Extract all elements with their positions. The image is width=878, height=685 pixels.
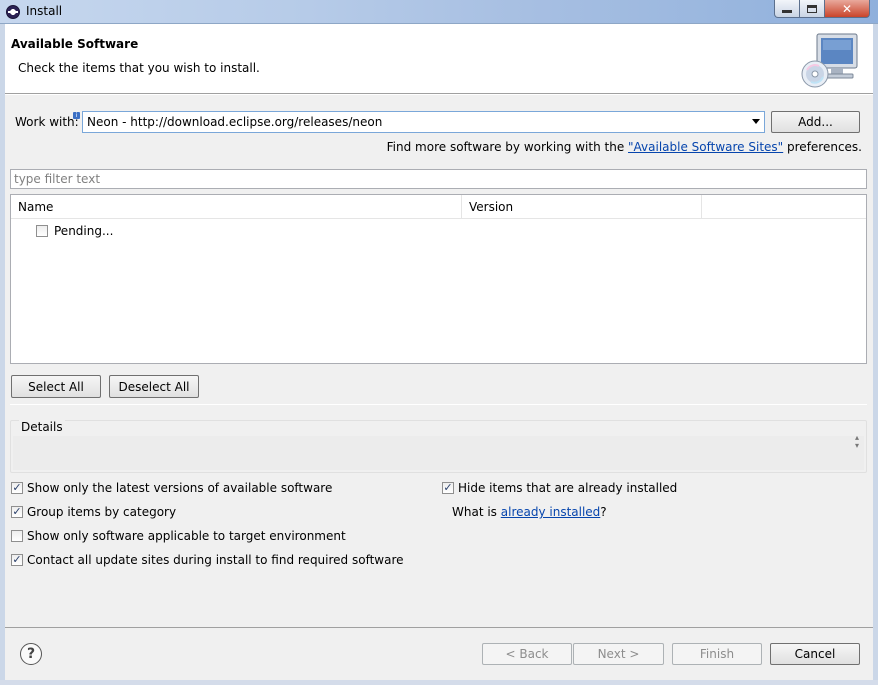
hide-installed-label: Hide items that are already installed: [458, 481, 678, 495]
minimize-button[interactable]: [774, 0, 800, 18]
column-version[interactable]: Version: [462, 195, 702, 219]
window-bottom-edge: [0, 680, 878, 685]
details-text-area[interactable]: [13, 436, 864, 470]
wizard-footer: ? < Back Next > Finish Cancel: [5, 628, 873, 680]
page-title: Available Software: [11, 37, 139, 51]
filter-field[interactable]: [10, 169, 867, 189]
column-name[interactable]: Name: [11, 195, 462, 219]
finish-button[interactable]: Finish: [672, 643, 762, 665]
find-more-text: Find more software by working with the "…: [387, 140, 862, 154]
maximize-icon: [807, 4, 817, 13]
contact-update-sites-checkbox[interactable]: [11, 554, 23, 566]
separator: [10, 404, 867, 405]
work-with-label: Work with:: [15, 115, 79, 129]
close-button[interactable]: ✕: [825, 0, 870, 18]
column-extra[interactable]: [702, 195, 866, 219]
option-group-by-category[interactable]: Group items by category: [11, 505, 176, 519]
tree-header: Name Version: [11, 195, 866, 219]
target-environment-checkbox[interactable]: [11, 530, 23, 542]
contact-update-sites-label: Contact all update sites during install …: [27, 553, 404, 567]
window-controls: ✕: [774, 0, 870, 18]
already-installed-link[interactable]: already installed: [501, 505, 601, 519]
info-icon: i: [73, 112, 80, 119]
page-description: Check the items that you wish to install…: [18, 61, 260, 75]
find-more-prefix: Find more software by working with the: [386, 140, 629, 154]
hide-installed-checkbox[interactable]: [442, 482, 454, 494]
option-hide-installed[interactable]: Hide items that are already installed: [442, 481, 677, 495]
select-all-button[interactable]: Select All: [11, 375, 101, 398]
maximize-button[interactable]: [800, 0, 825, 18]
details-group: Details ▴ ▾: [10, 420, 867, 473]
back-button[interactable]: < Back: [482, 643, 572, 665]
latest-versions-label: Show only the latest versions of availab…: [27, 481, 333, 495]
target-environment-label: Show only software applicable to target …: [27, 529, 346, 543]
what-is-suffix: ?: [600, 505, 607, 519]
help-icon[interactable]: ?: [20, 643, 42, 665]
tree-row[interactable]: Pending...: [36, 222, 113, 240]
work-with-value: Neon - http://download.eclipse.org/relea…: [87, 115, 383, 129]
minimize-icon: [782, 10, 792, 13]
wizard-banner: Available Software Check the items that …: [5, 26, 873, 94]
available-software-sites-link[interactable]: "Available Software Sites": [628, 140, 783, 154]
what-is-installed-text: What is already installed?: [452, 505, 607, 519]
computer-cd-icon: [801, 33, 858, 88]
find-more-suffix: preferences.: [783, 140, 862, 154]
filter-input[interactable]: [11, 170, 866, 188]
option-latest-versions[interactable]: Show only the latest versions of availab…: [11, 481, 332, 495]
close-icon: ✕: [841, 1, 853, 16]
add-button[interactable]: Add...: [771, 111, 860, 133]
latest-versions-checkbox[interactable]: [11, 482, 23, 494]
what-is-prefix: What is: [452, 505, 501, 519]
option-contact-update-sites[interactable]: Contact all update sites during install …: [11, 553, 404, 567]
group-by-category-label: Group items by category: [27, 505, 177, 519]
cancel-button[interactable]: Cancel: [770, 643, 860, 665]
option-target-environment[interactable]: Show only software applicable to target …: [11, 529, 346, 543]
row-label: Pending...: [54, 224, 114, 238]
title-bar: Install ✕: [0, 0, 878, 24]
work-with-combo[interactable]: Neon - http://download.eclipse.org/relea…: [82, 111, 765, 133]
eclipse-icon: [6, 5, 20, 19]
details-label: Details: [19, 420, 65, 434]
group-by-category-checkbox[interactable]: [11, 506, 23, 518]
window-title: Install: [26, 4, 63, 18]
deselect-all-button[interactable]: Deselect All: [109, 375, 199, 398]
chevron-down-icon[interactable]: [752, 119, 760, 124]
software-tree[interactable]: Name Version Pending...: [10, 194, 867, 364]
details-scroll-arrows[interactable]: ▴ ▾: [853, 434, 861, 452]
next-button[interactable]: Next >: [573, 643, 664, 665]
main-panel: Work with: i Neon - http://download.ecli…: [5, 95, 873, 627]
row-checkbox[interactable]: [36, 225, 48, 237]
